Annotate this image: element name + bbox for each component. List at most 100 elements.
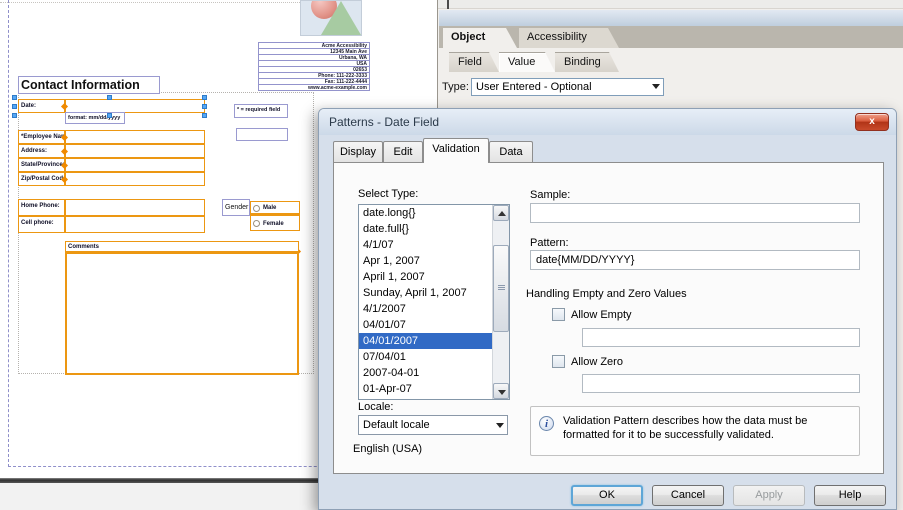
allow-zero-input[interactable] [582, 374, 860, 393]
logo-image[interactable] [300, 0, 362, 36]
form-heading-box[interactable]: Contact Information [18, 76, 160, 94]
cancel-button[interactable]: Cancel [652, 485, 724, 506]
toolbar-separator [447, 0, 449, 9]
pattern-type-option[interactable]: 07/04/01 [359, 349, 492, 365]
tab-accessibility-label: Accessibility [527, 31, 587, 43]
zip-value-box[interactable] [65, 172, 205, 186]
pattern-type-option[interactable]: 01-Apr-07 [359, 381, 492, 397]
home-phone-label-box[interactable]: Home Phone: [18, 199, 65, 216]
form-heading: Contact Information [19, 77, 159, 93]
address-label-box[interactable]: Address: [18, 144, 65, 158]
select-type-label: Select Type: [358, 188, 418, 200]
empty-static-box[interactable] [236, 128, 288, 141]
locale-detail: English (USA) [353, 443, 422, 455]
scroll-down-button[interactable] [493, 383, 509, 399]
pattern-type-listbox[interactable]: date.long{} date.full{} 4/1/07 Apr 1, 20… [358, 204, 510, 400]
date-field-value-box[interactable] [65, 99, 205, 113]
tab-object[interactable]: Objectx [443, 28, 517, 48]
company-address-block[interactable]: Acme Accessibility 12345 Main Ave Urbana… [258, 42, 370, 91]
selection-handle[interactable] [107, 113, 112, 118]
date-field-label-box[interactable]: Date: [18, 99, 65, 113]
comments-label-box[interactable]: Comments [65, 241, 299, 252]
thumb-grip-icon [498, 285, 505, 286]
state-label: State/Province: [19, 159, 64, 169]
scrollbar-thumb[interactable] [493, 245, 509, 332]
value-type-dropdown[interactable]: User Entered - Optional [471, 78, 664, 96]
list-scrollbar[interactable] [492, 205, 509, 399]
pattern-type-option[interactable]: 2007-04-01 [359, 365, 492, 381]
state-label-box[interactable]: State/Province: [18, 158, 65, 172]
gender-label: Gender [223, 200, 249, 212]
date-field-label: Date: [19, 100, 64, 110]
pattern-type-option[interactable]: Sunday, April 1, 2007 [359, 285, 492, 301]
help-button[interactable]: Help [814, 485, 886, 506]
tab-display[interactable]: Display [333, 141, 383, 163]
date-format-note-box[interactable]: format: mm/dd/yyyy [65, 112, 125, 124]
tab-edit[interactable]: Edit [383, 141, 423, 163]
locale-dropdown[interactable]: Default locale [358, 415, 508, 435]
pattern-input[interactable]: date{MM/DD/YYYY} [530, 250, 860, 270]
allow-empty-input[interactable] [582, 328, 860, 347]
address-value-box[interactable] [65, 144, 205, 158]
gender-male-option[interactable]: Male [250, 201, 300, 215]
selection-handle[interactable] [202, 95, 207, 100]
cell-phone-label-box[interactable]: Cell phone: [18, 216, 65, 233]
comments-value-box[interactable] [65, 252, 299, 375]
tab-accessibility[interactable]: Accessibility [519, 28, 619, 48]
female-radio[interactable] [253, 220, 260, 227]
subtab-field[interactable]: Field [449, 52, 499, 72]
employee-name-label: *Employee Name [19, 131, 64, 141]
selection-handle[interactable] [107, 95, 112, 100]
tab-validation[interactable]: Validation [423, 138, 489, 163]
close-dialog-button[interactable]: x [855, 113, 889, 131]
page-margin-guide-left [8, 0, 9, 467]
male-radio[interactable] [253, 205, 260, 212]
home-phone-label: Home Phone: [19, 200, 64, 210]
tab-data[interactable]: Data [489, 141, 533, 163]
pattern-type-option[interactable]: Apr 1, 2007 [359, 253, 492, 269]
pattern-type-option[interactable]: date.full{} [359, 221, 492, 237]
allow-zero-checkbox[interactable] [552, 355, 565, 368]
value-type-selected: User Entered - Optional [476, 81, 592, 93]
selection-handle[interactable] [12, 113, 17, 118]
pattern-type-option[interactable]: date.long{} [359, 205, 492, 221]
subtab-binding[interactable]: Binding [555, 52, 619, 72]
sample-input[interactable] [530, 203, 860, 223]
palette-titlebar[interactable] [439, 10, 903, 26]
required-note: * = required field [235, 105, 287, 114]
tab-display-label: Display [340, 146, 376, 158]
allow-empty-checkbox[interactable] [552, 308, 565, 321]
locale-label: Locale: [358, 401, 393, 413]
cell-phone-value-box[interactable] [65, 216, 205, 233]
info-icon: i [539, 416, 554, 431]
pattern-type-option[interactable]: April 1, 2007 [359, 269, 492, 285]
subtab-value[interactable]: Value [499, 52, 555, 72]
chevron-down-icon [652, 84, 660, 89]
pattern-type-option[interactable]: 4/1/2007 [359, 301, 492, 317]
state-value-box[interactable] [65, 158, 205, 172]
gender-label-box[interactable]: Gender [222, 199, 250, 216]
selection-handle[interactable] [12, 104, 17, 109]
scroll-up-button[interactable] [493, 205, 509, 221]
required-note-box[interactable]: * = required field [234, 104, 288, 118]
locale-selected: Default locale [363, 419, 430, 431]
home-phone-value-box[interactable] [65, 199, 205, 216]
selection-handle[interactable] [202, 104, 207, 109]
gender-female-option[interactable]: Female [250, 215, 300, 231]
zip-label: Zip/Postal Code: [19, 173, 64, 183]
chevron-down-icon [496, 423, 504, 428]
selection-handle[interactable] [12, 95, 17, 100]
zip-label-box[interactable]: Zip/Postal Code: [18, 172, 65, 186]
selection-handle[interactable] [202, 113, 207, 118]
pattern-type-option-selected[interactable]: 04/01/2007 [359, 333, 492, 349]
company-line: www.acme-example.com [259, 85, 369, 91]
comments-label: Comments [66, 242, 298, 251]
ok-button[interactable]: OK [571, 485, 643, 506]
employee-name-label-box[interactable]: *Employee Name [18, 130, 65, 144]
subtab-value-label: Value [508, 56, 535, 68]
pattern-type-option[interactable]: 4/1/07 [359, 237, 492, 253]
employee-name-value-box[interactable] [65, 130, 205, 144]
apply-button[interactable]: Apply [733, 485, 805, 506]
pattern-type-option[interactable]: 04/01/07 [359, 317, 492, 333]
patterns-dialog: Patterns - Date Field x Display Edit Val… [318, 108, 897, 510]
